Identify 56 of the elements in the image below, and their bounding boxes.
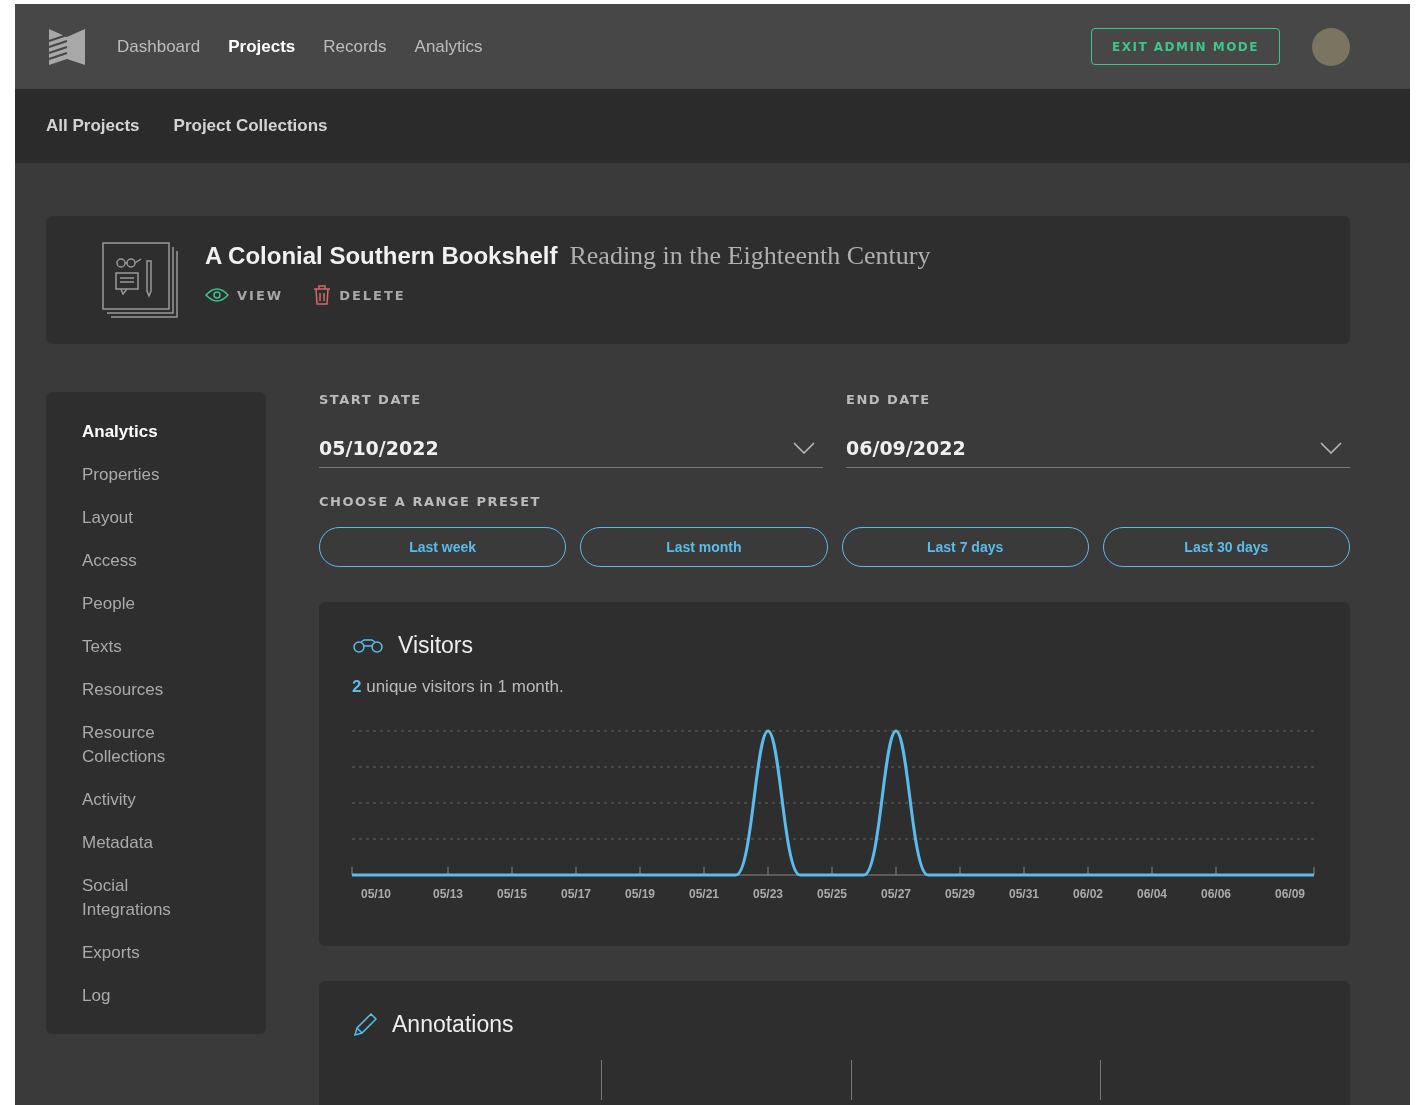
nav-link[interactable]: Records xyxy=(323,36,387,57)
sidebar-item[interactable]: Texts xyxy=(82,635,202,659)
sidebar-item[interactable]: Log xyxy=(82,984,202,1008)
date-label: END DATE xyxy=(846,392,932,407)
axis-label: 06/02 xyxy=(1073,887,1103,901)
eye-icon xyxy=(205,288,229,302)
logo-icon[interactable] xyxy=(47,26,87,67)
project-icon xyxy=(101,241,179,319)
date-dropdown[interactable]: 05/10/2022 xyxy=(319,429,823,468)
axis-label: 05/19 xyxy=(625,887,655,901)
nav-link[interactable]: Analytics xyxy=(414,36,483,57)
card-title: Visitors xyxy=(398,632,473,659)
axis-label: 05/15 xyxy=(497,887,527,901)
delete-link[interactable]: DELETE xyxy=(313,285,406,305)
preset-label: CHOOSE A RANGE PRESET xyxy=(319,494,542,509)
subnav-link[interactable]: Project Collections xyxy=(173,116,328,136)
chevron-down-icon xyxy=(1320,442,1342,454)
sidebar-item[interactable]: Exports xyxy=(82,941,202,965)
sidebar-item[interactable]: Layout xyxy=(82,506,202,530)
visitors-summary: 2 unique visitors in 1 month. xyxy=(352,677,565,697)
project-title: A Colonial Southern Bookshelf xyxy=(205,242,558,270)
axis-label: 06/06 xyxy=(1201,887,1231,901)
subnav-link[interactable]: All Projects xyxy=(46,116,140,136)
sidebar-item[interactable]: Resource Collections xyxy=(82,721,202,769)
avatar-photo-placeholder[interactable] xyxy=(1312,27,1350,66)
card-title: Annotations xyxy=(392,1011,514,1038)
sidebar-item[interactable]: Properties xyxy=(82,463,202,487)
axis-label: 05/10 xyxy=(361,887,391,901)
axis-label: 05/21 xyxy=(689,887,719,901)
sidebar-item[interactable]: Resources xyxy=(82,678,202,702)
axis-label: 05/13 xyxy=(433,887,463,901)
trash-icon xyxy=(313,285,332,305)
sidebar-item[interactable]: Analytics xyxy=(82,420,202,444)
axis-label: 05/27 xyxy=(881,887,911,901)
axis-label: 05/17 xyxy=(561,887,591,901)
axis-label: 05/23 xyxy=(753,887,783,901)
date-label: START DATE xyxy=(319,392,423,407)
sidebar-item[interactable]: People xyxy=(82,592,202,616)
axis-label: 05/25 xyxy=(817,887,847,901)
nav-link[interactable]: Dashboard xyxy=(117,36,201,57)
sidebar-item[interactable]: Social Integrations xyxy=(82,874,202,922)
axis-label: 05/29 xyxy=(945,887,975,901)
date-dropdown[interactable]: 06/09/2022 xyxy=(846,429,1350,468)
axis-label: 05/31 xyxy=(1009,887,1039,901)
sidebar-item[interactable]: Activity xyxy=(82,788,202,812)
sidebar-item[interactable]: Metadata xyxy=(82,831,202,855)
sidebar-item[interactable]: Access xyxy=(82,549,202,573)
axis-label: 06/04 xyxy=(1137,887,1167,901)
nav-link[interactable]: Projects xyxy=(228,36,296,57)
chevron-down-icon xyxy=(793,442,815,454)
view-link[interactable]: VIEW xyxy=(205,285,284,305)
pencil-icon xyxy=(352,1011,378,1038)
project-subtitle: Reading in the Eighteenth Century xyxy=(569,241,931,271)
exit-admin-button[interactable]: EXIT ADMIN MODE xyxy=(1091,28,1280,65)
binoculars-icon xyxy=(352,638,384,653)
axis-label: 06/09 xyxy=(1275,887,1305,901)
